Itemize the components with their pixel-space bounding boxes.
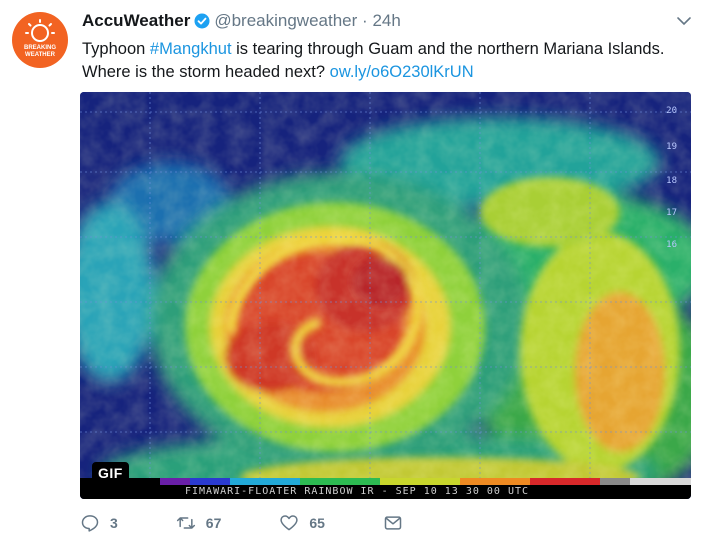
typhoon-satellite-image [80,92,691,499]
tweet-text-part: Typhoon [82,40,150,58]
latitude-label: 17 [666,208,677,218]
svg-text:WEATHER: WEATHER [25,52,56,58]
reply-button[interactable]: 3 [80,513,118,533]
avatar[interactable]: BREAKING WEATHER [12,12,68,68]
separator-dot: · [362,11,368,30]
satellite-gif[interactable]: 20 19 18 17 16 GIF FIMAWARI-FLOATER RAIN… [80,92,691,499]
direct-message-button[interactable] [383,513,413,533]
user-handle[interactable]: @breakingweather [214,11,357,30]
tweet-header: AccuWeather @breakingweather · 24h [82,11,684,33]
svg-text:BREAKING: BREAKING [24,45,56,51]
latitude-label: 20 [666,106,677,116]
like-count: 65 [309,515,325,531]
like-button[interactable]: 65 [279,513,325,533]
image-caption: FIMAWARI-FLOATER RAINBOW IR - SEP 10 13 … [185,486,530,497]
heart-icon [280,515,299,531]
retweet-count: 67 [205,515,222,531]
display-name[interactable]: AccuWeather [82,11,190,30]
retweet-icon [176,517,195,529]
hashtag-link[interactable]: #Mangkhut [150,40,232,58]
latitude-label: 19 [666,142,677,152]
envelope-icon [384,516,402,530]
timestamp[interactable]: 24h [372,11,400,30]
action-bar: 3 67 65 [80,512,471,534]
reply-icon [81,515,99,532]
chevron-down-icon[interactable] [676,13,692,29]
reply-count: 3 [110,515,118,531]
verified-badge-icon [194,13,210,29]
latitude-label: 16 [666,240,677,250]
url-link[interactable]: ow.ly/o6O230lKrUN [330,63,474,81]
tweet-text: Typhoon #Mangkhut is tearing through Gua… [82,38,692,84]
breaking-weather-logo-icon: BREAKING WEATHER [24,19,56,58]
gif-badge: GIF [92,462,129,484]
latitude-label: 18 [666,176,677,186]
retweet-button[interactable]: 67 [176,513,222,533]
